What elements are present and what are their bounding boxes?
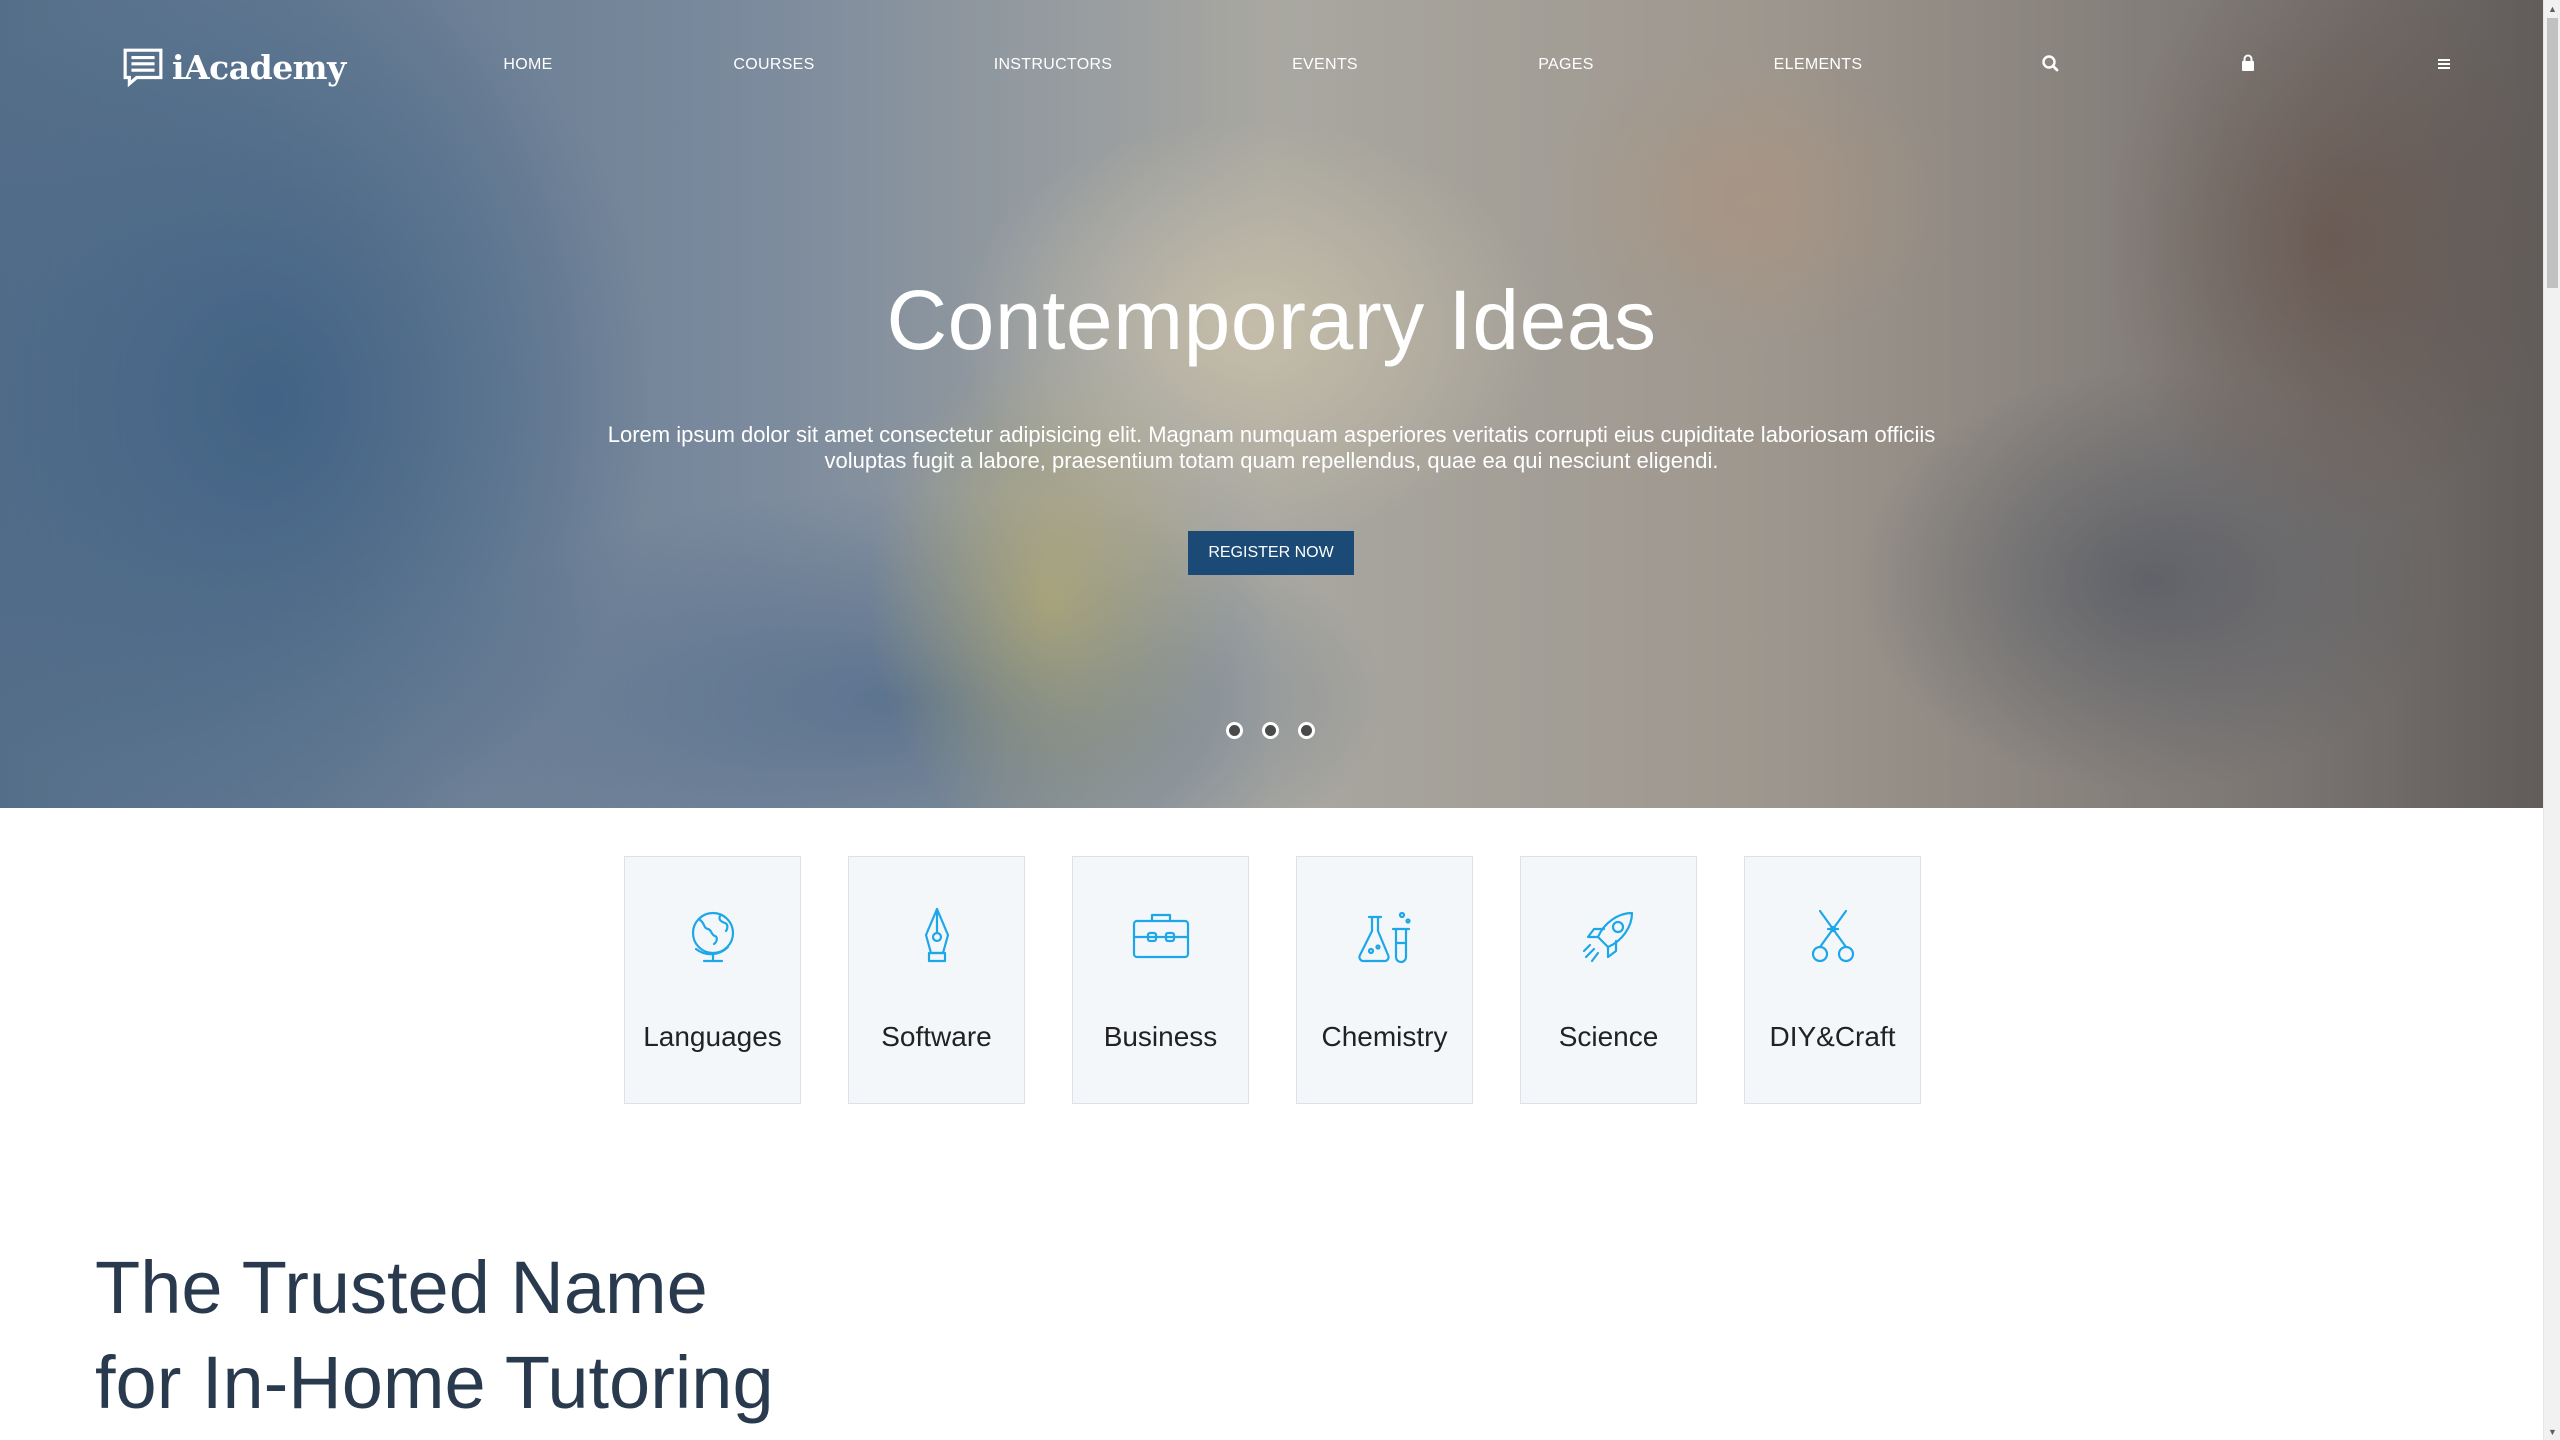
menu-icon[interactable] [2433, 53, 2455, 75]
scissors-icon [1811, 909, 1854, 963]
hero-description: Lorem ipsum dolor sit amet consectetur a… [607, 422, 1936, 473]
category-label: Languages [643, 1021, 782, 1052]
category-label: DIY&Craft [1769, 1021, 1896, 1052]
scroll-down-arrow-icon[interactable]: ▼ [2544, 1423, 2560, 1440]
category-card-software[interactable]: Software [848, 856, 1025, 1104]
category-label: Business [1103, 1021, 1218, 1052]
hero-banner: iAcademy HOME COURSES INSTRUCTORS EVENTS… [0, 0, 2543, 808]
pen-nib-icon [924, 907, 949, 963]
globe-icon [691, 911, 734, 963]
lab-flask-icon [1357, 911, 1411, 964]
logo-text: iAcademy [172, 47, 346, 87]
category-card-business[interactable]: Business [1072, 856, 1249, 1104]
hero-title: Contemporary Ideas [886, 273, 1657, 367]
site-header: iAcademy HOME COURSES INSTRUCTORS EVENTS… [0, 0, 2543, 130]
category-label: Chemistry [1321, 1021, 1448, 1052]
search-icon[interactable] [2040, 53, 2062, 75]
category-card-science[interactable]: Science [1520, 856, 1697, 1104]
section-heading: The Trusted Name for In-Home Tutoring [95, 1240, 995, 1430]
site-logo[interactable]: iAcademy [122, 46, 346, 88]
logo-icon [123, 48, 163, 88]
scroll-up-arrow-icon[interactable]: ▲ [2544, 0, 2560, 17]
nav-events[interactable]: EVENTS [1292, 56, 1358, 74]
section-heading-line-2: for In-Home Tutoring [95, 1341, 774, 1424]
briefcase-icon [1132, 913, 1189, 959]
nav-pages[interactable]: PAGES [1538, 56, 1593, 74]
category-card-chemistry[interactable]: Chemistry [1296, 856, 1473, 1104]
nav-courses[interactable]: COURSES [733, 56, 814, 74]
category-card-languages[interactable]: Languages [624, 856, 801, 1104]
page-scrollbar[interactable]: ▲ ▼ [2543, 0, 2560, 1440]
slider-dot-1[interactable] [1226, 722, 1243, 739]
category-label: Science [1558, 1021, 1659, 1052]
register-now-button[interactable]: REGISTER NOW [1188, 531, 1354, 575]
slider-dot-2[interactable] [1262, 722, 1279, 739]
shopping-bag-icon[interactable] [2237, 53, 2259, 75]
scrollbar-thumb[interactable] [2547, 18, 2558, 288]
nav-elements[interactable]: ELEMENTS [1774, 56, 1863, 74]
rocket-icon [1582, 911, 1633, 963]
nav-home[interactable]: HOME [503, 56, 552, 74]
slider-dot-3[interactable] [1298, 722, 1315, 739]
nav-instructors[interactable]: INSTRUCTORS [994, 56, 1113, 74]
category-label: Software [881, 1021, 992, 1052]
section-heading-line-1: The Trusted Name [95, 1246, 708, 1329]
category-card-diy-craft[interactable]: DIY&Craft [1744, 856, 1921, 1104]
